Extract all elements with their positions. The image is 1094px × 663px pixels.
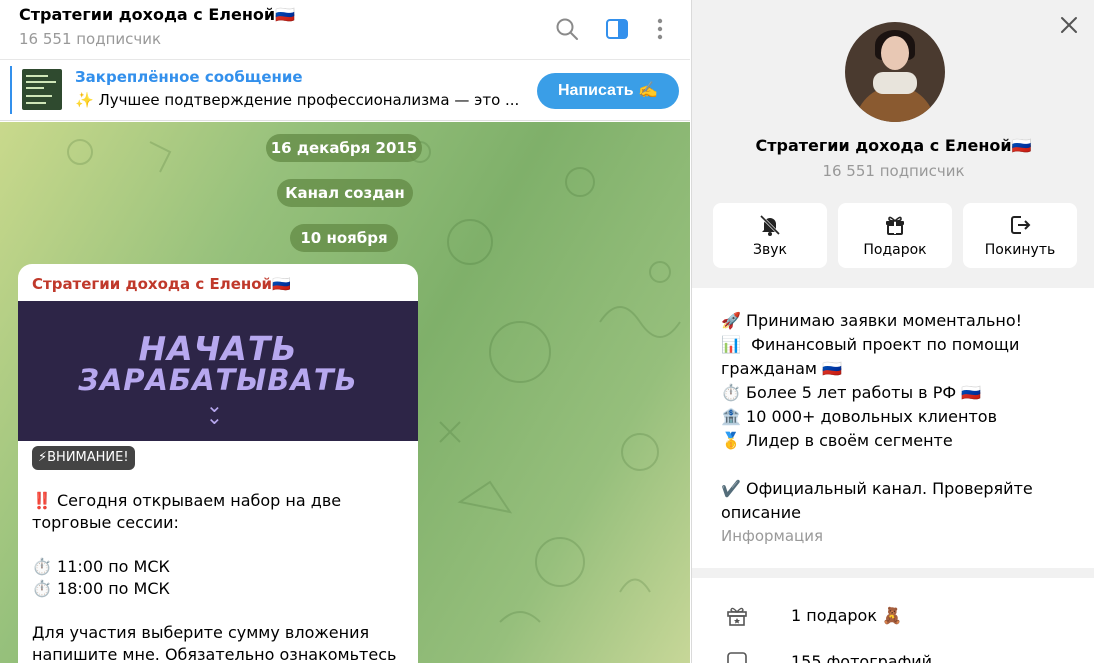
post-text: ‼️ Сегодня открываем набор на две торгов… bbox=[32, 491, 397, 663]
mute-button[interactable]: Звук bbox=[713, 203, 827, 268]
subscriber-count: 16 551 подписчик bbox=[19, 30, 162, 48]
chat-header[interactable]: Стратегии дохода с Еленой🇷🇺 16 551 подпи… bbox=[0, 0, 690, 60]
write-button[interactable]: Написать ✍️ bbox=[537, 73, 679, 109]
close-icon[interactable] bbox=[1057, 13, 1081, 37]
leave-button[interactable]: Покинуть bbox=[963, 203, 1077, 268]
gift-label: Подарок bbox=[863, 242, 927, 258]
sidebar-toggle-icon[interactable] bbox=[603, 15, 631, 43]
gift-box-icon bbox=[727, 607, 747, 626]
profile-panel: Стратегии дохода с Еленой🇷🇺 16 551 подпи… bbox=[691, 0, 1094, 663]
photos-icon bbox=[727, 652, 747, 663]
gifts-count[interactable]: 1 подарок 🧸 bbox=[791, 606, 902, 625]
post-image[interactable]: НАЧАТЬ ЗАРАБАТЫВАТЬ ⌄ ⌄ bbox=[18, 301, 418, 441]
profile-name: Стратегии дохода с Еленой🇷🇺 bbox=[755, 136, 1032, 155]
mute-label: Звук bbox=[753, 242, 787, 258]
pinned-message[interactable]: Закреплённое сообщение ✨ Лучшее подтверж… bbox=[0, 61, 690, 121]
post-author[interactable]: Стратегии дохода с Еленой🇷🇺 bbox=[32, 275, 291, 293]
chat-background: 16 декабря 2015 Канал создан 10 ноября С… bbox=[0, 122, 690, 663]
info-label: Информация bbox=[721, 527, 824, 545]
profile-header: Стратегии дохода с Еленой🇷🇺 16 551 подпи… bbox=[692, 0, 1094, 288]
chevrons-down-icon: ⌄ ⌄ bbox=[206, 393, 223, 429]
attention-tag: ⚡ВНИМАНИЕ! bbox=[32, 446, 135, 470]
leave-label: Покинуть bbox=[984, 242, 1056, 258]
profile-subscribers: 16 551 подписчик bbox=[822, 162, 965, 180]
leave-icon bbox=[1011, 216, 1031, 234]
bell-off-icon bbox=[759, 214, 781, 236]
date-separator-1: 16 декабря 2015 bbox=[266, 134, 422, 162]
service-message: Канал создан bbox=[277, 179, 413, 207]
chat-panel: Стратегии дохода с Еленой🇷🇺 16 551 подпи… bbox=[0, 0, 690, 663]
search-icon[interactable] bbox=[553, 15, 581, 43]
gift-icon bbox=[886, 216, 904, 235]
channel-title[interactable]: Стратегии дохода с Еленой🇷🇺 bbox=[19, 5, 295, 24]
channel-description: 🚀 Принимаю заявки моментально! 📊 Финансо… bbox=[721, 311, 1033, 522]
date-separator-2: 10 ноября bbox=[290, 224, 398, 252]
avatar[interactable] bbox=[845, 22, 945, 122]
pinned-thumbnail bbox=[22, 69, 62, 110]
photos-count[interactable]: 155 фотографий bbox=[791, 652, 932, 663]
gift-button[interactable]: Подарок bbox=[838, 203, 952, 268]
banner-line-2: ЗАРАБАТЫВАТЬ bbox=[78, 363, 358, 397]
pinned-title: Закреплённое сообщение bbox=[75, 68, 303, 86]
section-divider bbox=[692, 568, 1094, 578]
pinned-text: ✨ Лучшее подтверждение профессионализма … bbox=[75, 91, 520, 109]
more-icon[interactable] bbox=[646, 15, 674, 43]
channel-post[interactable]: Стратегии дохода с Еленой🇷🇺 НАЧАТЬ ЗАРАБ… bbox=[18, 264, 418, 663]
pinned-accent-bar bbox=[10, 66, 12, 114]
